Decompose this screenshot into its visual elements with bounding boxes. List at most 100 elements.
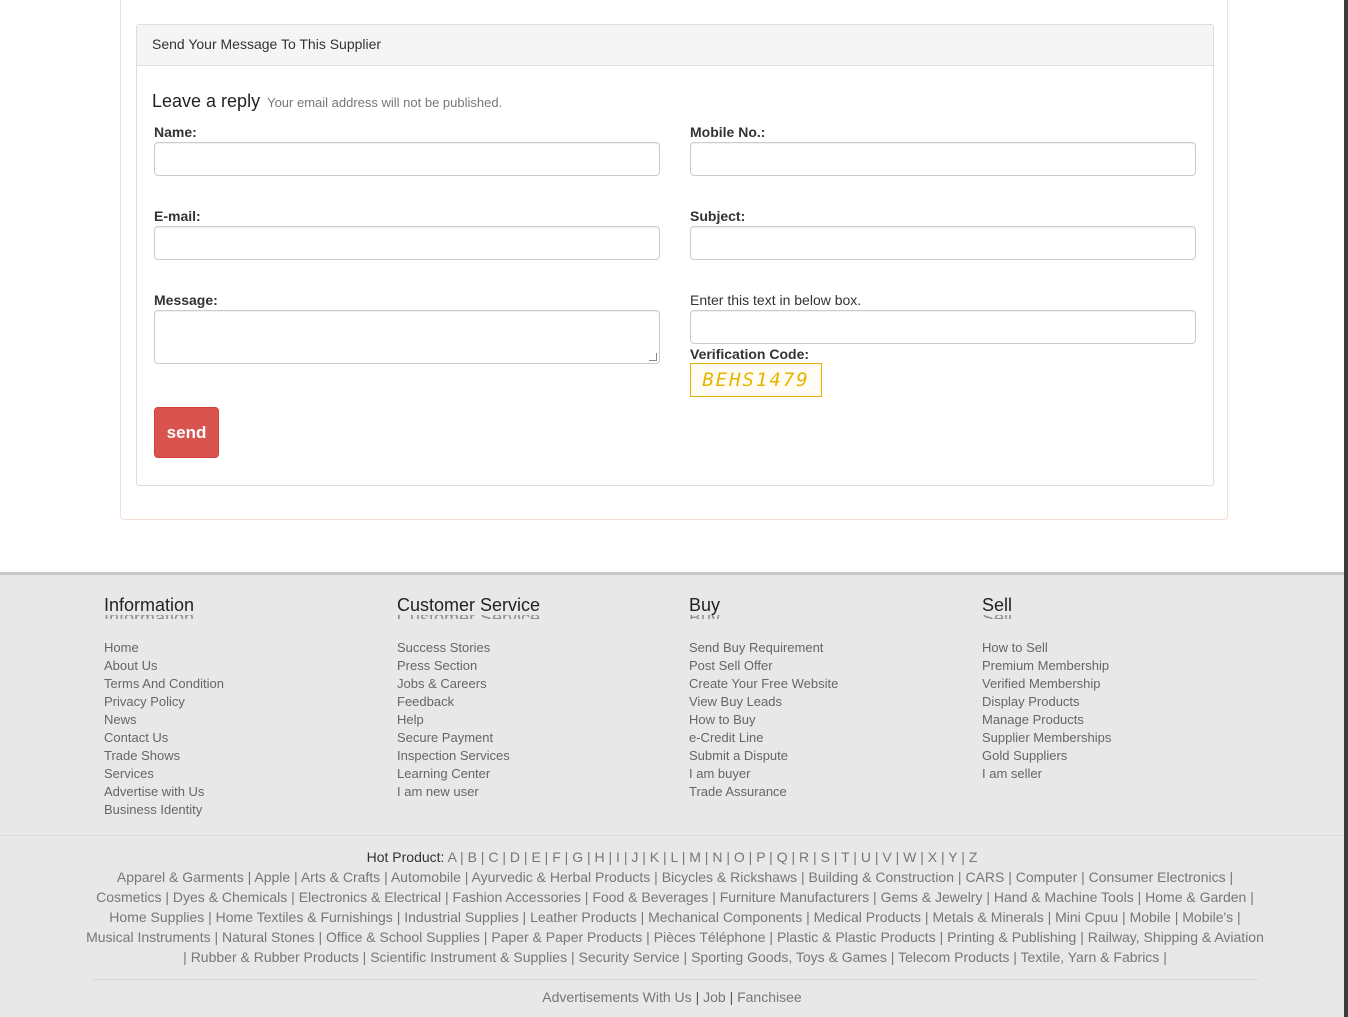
footer-link[interactable]: Gold Suppliers: [982, 747, 1111, 765]
letter-link[interactable]: L: [671, 849, 678, 865]
footer-link[interactable]: Success Stories: [397, 639, 540, 657]
footer-link[interactable]: Manage Products: [982, 711, 1111, 729]
letter-link[interactable]: Z: [969, 849, 978, 865]
resize-handle-icon[interactable]: [649, 353, 657, 361]
category-link[interactable]: Mobile: [1130, 909, 1171, 925]
footer-link[interactable]: Home: [104, 639, 224, 657]
category-link[interactable]: Sporting Goods, Toys & Games: [691, 949, 887, 965]
category-link[interactable]: Automobile: [391, 869, 461, 885]
category-link[interactable]: CARS: [965, 869, 1004, 885]
category-link[interactable]: Natural Stones: [222, 929, 315, 945]
category-link[interactable]: Rubber & Rubber Products: [191, 949, 359, 965]
letter-link[interactable]: G: [572, 849, 583, 865]
footer-link[interactable]: Send Buy Requirement: [689, 639, 838, 657]
category-link[interactable]: Consumer Electronics: [1089, 869, 1226, 885]
letter-link[interactable]: P: [756, 849, 765, 865]
category-link[interactable]: Computer: [1016, 869, 1077, 885]
footer-link[interactable]: Press Section: [397, 657, 540, 675]
letter-link[interactable]: C: [488, 849, 498, 865]
footer-link[interactable]: Trade Assurance: [689, 783, 838, 801]
category-link[interactable]: Home Textiles & Furnishings: [216, 909, 393, 925]
category-link[interactable]: Metals & Minerals: [932, 909, 1043, 925]
category-link[interactable]: Mechanical Components: [648, 909, 802, 925]
category-link[interactable]: Apparel & Garments: [117, 869, 244, 885]
category-link[interactable]: Mini Cpuu: [1055, 909, 1118, 925]
category-link[interactable]: Paper & Paper Products: [491, 929, 642, 945]
category-link[interactable]: Hand & Machine Tools: [994, 889, 1134, 905]
footer-link[interactable]: Inspection Services: [397, 747, 540, 765]
category-link[interactable]: Gems & Jewelry: [881, 889, 983, 905]
footer-link[interactable]: Supplier Memberships: [982, 729, 1111, 747]
category-link[interactable]: Furniture Manufacturers: [720, 889, 869, 905]
category-link[interactable]: Mobile's: [1182, 909, 1233, 925]
footer-link[interactable]: Feedback: [397, 693, 540, 711]
footer-link[interactable]: Post Sell Offer: [689, 657, 838, 675]
footer-link[interactable]: Submit a Dispute: [689, 747, 838, 765]
footer-link[interactable]: e-Credit Line: [689, 729, 838, 747]
franchisee-link[interactable]: Fanchisee: [737, 989, 802, 1005]
subject-field[interactable]: [690, 226, 1196, 260]
footer-link[interactable]: Trade Shows: [104, 747, 224, 765]
footer-link[interactable]: News: [104, 711, 224, 729]
category-link[interactable]: Ayurvedic & Herbal Products: [472, 869, 651, 885]
letter-link[interactable]: Q: [777, 849, 788, 865]
category-link[interactable]: Scientific Instrument & Supplies: [370, 949, 567, 965]
mobile-field[interactable]: [690, 142, 1196, 176]
letter-link[interactable]: M: [689, 849, 701, 865]
footer-link[interactable]: Privacy Policy: [104, 693, 224, 711]
letter-link[interactable]: K: [650, 849, 659, 865]
footer-link[interactable]: About Us: [104, 657, 224, 675]
footer-link[interactable]: Premium Membership: [982, 657, 1111, 675]
footer-link[interactable]: Jobs & Careers: [397, 675, 540, 693]
category-link[interactable]: Textile, Yarn & Fabrics: [1021, 949, 1160, 965]
footer-link[interactable]: Learning Center: [397, 765, 540, 783]
category-link[interactable]: Bicycles & Rickshaws: [662, 869, 797, 885]
advertisements-link[interactable]: Advertisements With Us: [542, 989, 691, 1005]
category-link[interactable]: Musical Instruments: [86, 929, 210, 945]
category-link[interactable]: Electronics & Electrical: [299, 889, 441, 905]
captcha-input[interactable]: [690, 310, 1196, 344]
letter-link[interactable]: V: [882, 849, 891, 865]
footer-link[interactable]: How to Buy: [689, 711, 838, 729]
letter-link[interactable]: E: [531, 849, 540, 865]
letter-link[interactable]: S: [821, 849, 830, 865]
letter-link[interactable]: R: [799, 849, 809, 865]
footer-link[interactable]: Services: [104, 765, 224, 783]
category-link[interactable]: Home & Garden: [1145, 889, 1246, 905]
name-field[interactable]: [154, 142, 660, 176]
category-link[interactable]: Leather Products: [530, 909, 637, 925]
letter-link[interactable]: O: [734, 849, 745, 865]
footer-link[interactable]: Display Products: [982, 693, 1111, 711]
letter-link[interactable]: F: [552, 849, 561, 865]
footer-link[interactable]: Contact Us: [104, 729, 224, 747]
send-button[interactable]: send: [154, 407, 219, 458]
category-link[interactable]: Building & Construction: [808, 869, 954, 885]
footer-link[interactable]: View Buy Leads: [689, 693, 838, 711]
category-link[interactable]: Fashion Accessories: [453, 889, 581, 905]
category-link[interactable]: Printing & Publishing: [947, 929, 1076, 945]
footer-link[interactable]: Advertise with Us: [104, 783, 224, 801]
category-link[interactable]: Food & Beverages: [592, 889, 708, 905]
letter-link[interactable]: X: [928, 849, 937, 865]
footer-link[interactable]: Business Identity: [104, 801, 224, 819]
letter-link[interactable]: U: [861, 849, 871, 865]
category-link[interactable]: Plastic & Plastic Products: [777, 929, 936, 945]
footer-link[interactable]: Secure Payment: [397, 729, 540, 747]
footer-link[interactable]: I am seller: [982, 765, 1111, 783]
category-link[interactable]: Industrial Supplies: [404, 909, 518, 925]
footer-link[interactable]: Help: [397, 711, 540, 729]
letter-link[interactable]: A: [448, 849, 457, 865]
category-link[interactable]: Pièces Téléphone: [654, 929, 766, 945]
category-link[interactable]: Security Service: [579, 949, 680, 965]
footer-link[interactable]: Create Your Free Website: [689, 675, 838, 693]
category-link[interactable]: Railway, Shipping & Aviation: [1088, 929, 1264, 945]
letter-link[interactable]: H: [595, 849, 605, 865]
category-link[interactable]: Cosmetics: [96, 889, 161, 905]
footer-link[interactable]: I am new user: [397, 783, 540, 801]
category-link[interactable]: Apple: [254, 869, 290, 885]
category-link[interactable]: Office & School Supplies: [326, 929, 480, 945]
footer-link[interactable]: Verified Membership: [982, 675, 1111, 693]
footer-link[interactable]: I am buyer: [689, 765, 838, 783]
email-field[interactable]: [154, 226, 660, 260]
footer-link[interactable]: Terms And Condition: [104, 675, 224, 693]
